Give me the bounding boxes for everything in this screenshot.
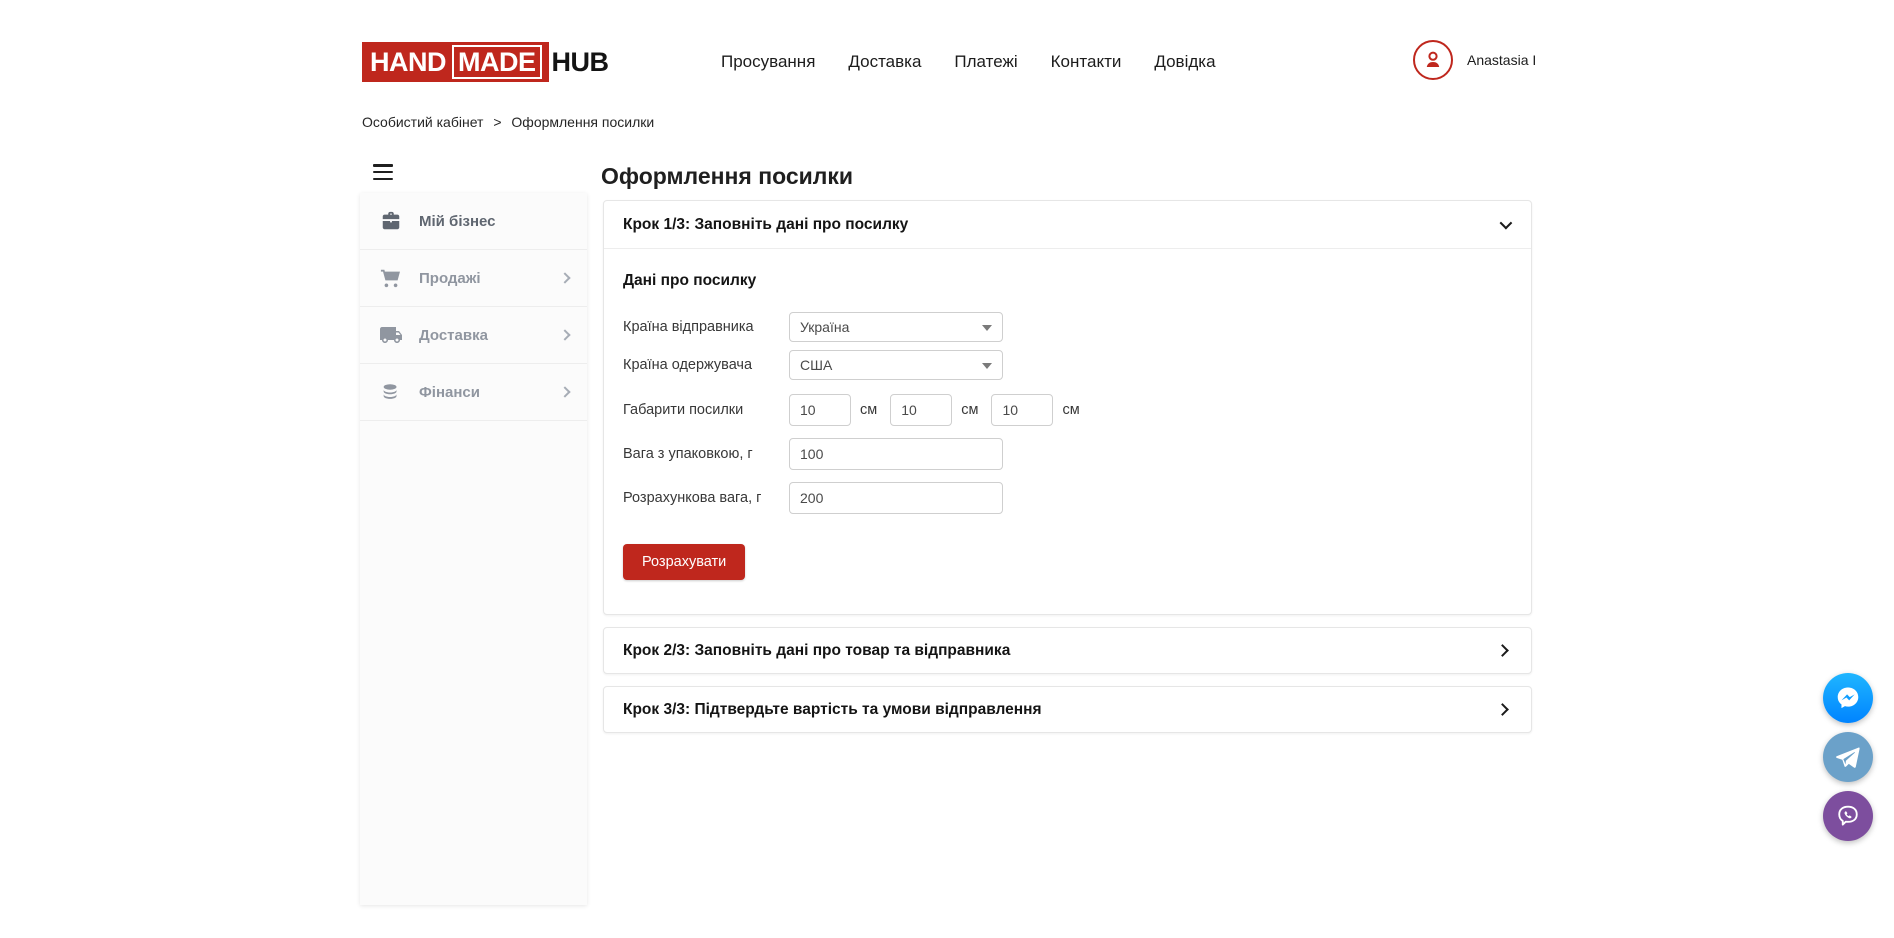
dimension-width-input[interactable] <box>890 394 952 426</box>
recipient-country-row: Країна одержувача США <box>623 350 1512 380</box>
hamburger-icon[interactable] <box>373 164 393 180</box>
dimensions-label: Габарити посилки <box>623 402 789 418</box>
handmade-hub-logo[interactable]: HAND MADE HUB <box>362 42 609 82</box>
user-avatar-icon <box>1413 40 1453 80</box>
sidebar-item-sales[interactable]: Продажі <box>360 250 587 307</box>
sender-country-row: Країна відправника Україна <box>623 312 1512 342</box>
viber-icon[interactable] <box>1823 791 1873 841</box>
step2-title: Крок 2/3: Заповніть дані про товар та ві… <box>623 642 1010 660</box>
briefcase-icon <box>379 209 403 233</box>
floating-social-buttons <box>1823 673 1873 841</box>
dimension-length-input[interactable] <box>789 394 851 426</box>
nav-item-promotion[interactable]: Просування <box>721 52 815 72</box>
nav-item-contacts[interactable]: Контакти <box>1051 52 1122 72</box>
step1-title: Крок 1/3: Заповніть дані про посилку <box>623 216 908 234</box>
sidebar-item-label: Доставка <box>419 327 488 344</box>
calculated-weight-row: Розрахункова вага, г <box>623 482 1512 514</box>
unit-cm-label: см <box>860 402 877 418</box>
step3-accordion: Крок 3/3: Підтвердьте вартість та умови … <box>603 686 1532 733</box>
unit-cm-label: см <box>1062 402 1079 418</box>
calculate-button[interactable]: Розрахувати <box>623 544 745 580</box>
sidebar-item-label: Мій бізнес <box>419 213 496 230</box>
chevron-right-icon <box>559 386 570 397</box>
step3-accordion-header[interactable]: Крок 3/3: Підтвердьте вартість та умови … <box>604 687 1531 732</box>
dimension-height-input[interactable] <box>991 394 1053 426</box>
calculated-weight-label: Розрахункова вага, г <box>623 490 789 506</box>
telegram-icon[interactable] <box>1823 732 1873 782</box>
truck-icon <box>379 323 403 347</box>
user-account[interactable]: Anastasia I <box>1413 40 1536 80</box>
coins-icon <box>379 380 403 404</box>
chevron-down-icon <box>1500 217 1513 230</box>
logo-red-box: HAND MADE <box>362 42 549 82</box>
packed-weight-label: Вага з упаковкою, г <box>623 446 789 462</box>
chevron-right-icon <box>1496 644 1509 657</box>
user-name: Anastasia I <box>1467 52 1536 68</box>
recipient-country-label: Країна одержувача <box>623 357 789 373</box>
sidebar: Мій бізнес Продажі Доставка <box>360 193 587 905</box>
page: HAND MADE HUB Просування Доставка Платеж… <box>0 0 1894 938</box>
logo-made-text: MADE <box>452 45 542 79</box>
sidebar-item-delivery[interactable]: Доставка <box>360 307 587 364</box>
select-caret-icon <box>982 325 992 331</box>
sender-country-value: Україна <box>800 319 849 335</box>
dimensions-row: Габарити посилки см см см <box>623 394 1512 426</box>
step1-accordion-header[interactable]: Крок 1/3: Заповніть дані про посилку <box>604 201 1531 249</box>
nav-item-payments[interactable]: Платежі <box>954 52 1017 72</box>
breadcrumb: Особистий кабінет > Оформлення посилки <box>362 114 654 130</box>
recipient-country-value: США <box>800 357 832 373</box>
chevron-right-icon <box>559 329 570 340</box>
top-navigation: Просування Доставка Платежі Контакти Дов… <box>721 52 1216 72</box>
nav-item-delivery[interactable]: Доставка <box>848 52 921 72</box>
step2-accordion-header[interactable]: Крок 2/3: Заповніть дані про товар та ві… <box>604 628 1531 673</box>
packed-weight-input[interactable] <box>789 438 1003 470</box>
recipient-country-select[interactable]: США <box>789 350 1003 380</box>
sender-country-label: Країна відправника <box>623 319 789 335</box>
cart-icon <box>379 266 403 290</box>
sidebar-item-finances[interactable]: Фінанси <box>360 364 587 421</box>
messenger-icon[interactable] <box>1823 673 1873 723</box>
step2-accordion: Крок 2/3: Заповніть дані про товар та ві… <box>603 627 1532 674</box>
sender-country-select[interactable]: Україна <box>789 312 1003 342</box>
step3-title: Крок 3/3: Підтвердьте вартість та умови … <box>623 701 1042 719</box>
sidebar-item-my-business[interactable]: Мій бізнес <box>360 193 587 250</box>
nav-item-help[interactable]: Довідка <box>1154 52 1215 72</box>
breadcrumb-parcel-checkout[interactable]: Оформлення посилки <box>511 114 654 130</box>
packed-weight-row: Вага з упаковкою, г <box>623 438 1512 470</box>
page-title: Оформлення посилки <box>601 163 853 190</box>
parcel-data-heading: Дані про посилку <box>623 272 1512 290</box>
unit-cm-label: см <box>961 402 978 418</box>
select-caret-icon <box>982 363 992 369</box>
sidebar-item-label: Продажі <box>419 270 481 287</box>
chevron-right-icon <box>559 272 570 283</box>
sidebar-item-label: Фінанси <box>419 384 480 401</box>
logo-hand-text: HAND <box>370 47 446 78</box>
breadcrumb-separator: > <box>493 114 501 130</box>
calculated-weight-input[interactable] <box>789 482 1003 514</box>
chevron-right-icon <box>1496 703 1509 716</box>
logo-hub-text: HUB <box>552 47 609 78</box>
step1-accordion: Крок 1/3: Заповніть дані про посилку Дан… <box>603 200 1532 615</box>
breadcrumb-personal-cabinet[interactable]: Особистий кабінет <box>362 114 483 130</box>
step1-form: Дані про посилку Країна відправника Укра… <box>604 249 1531 580</box>
